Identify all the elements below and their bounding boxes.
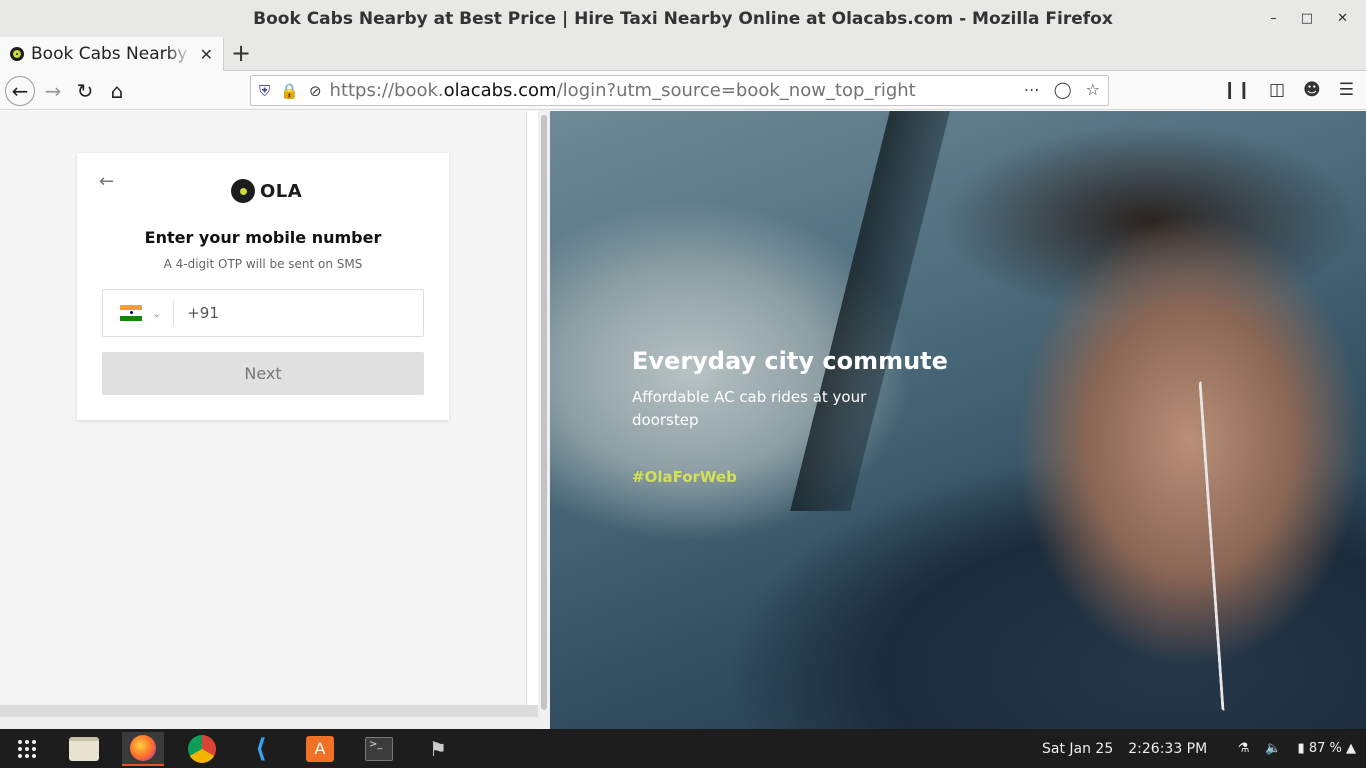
window-controls: – □ ✕ [1270, 0, 1348, 37]
battery-status[interactable]: ▮ 87 % ▲ [1298, 741, 1356, 756]
menu-icon[interactable]: ☰ [1339, 80, 1354, 100]
maximize-icon[interactable]: □ [1301, 11, 1313, 26]
vertical-scrollbar[interactable] [538, 111, 550, 729]
gimp-icon[interactable]: ⚑ [417, 732, 459, 766]
time-text: 2:26:33 PM [1128, 740, 1208, 757]
network-icon[interactable]: ⚗ [1238, 741, 1250, 756]
forward-button[interactable]: → [38, 76, 68, 106]
battery-icon: ▮ [1297, 741, 1305, 756]
bookmark-star-icon[interactable]: ☆ [1086, 80, 1100, 99]
window-title: Book Cabs Nearby at Best Price | Hire Ta… [253, 8, 1113, 29]
terminal-icon[interactable]: >_ [358, 732, 400, 766]
hero-tagline: Affordable AC cab rides at your doorstep [632, 388, 867, 429]
pane-footer [0, 717, 538, 729]
back-button[interactable]: ← [5, 76, 35, 106]
permissions-icon[interactable]: ⊘ [309, 82, 322, 100]
tray-menu-icon: ▲ [1346, 741, 1356, 756]
taskbar: ⟨ A >_ ⚑ Sat Jan 25 2:26:33 PM ⚗ 🔈 ▮ 87 … [0, 729, 1366, 768]
sidebar-icon[interactable]: ◫ [1269, 80, 1285, 100]
inner-scrollbar[interactable] [526, 111, 538, 705]
page-actions-icon[interactable]: ⋯ [1024, 80, 1040, 99]
navigation-toolbar: ← → ↻ ⌂ ⛨ 🔒 ⊘ https://book.olacabs.com/l… [0, 71, 1366, 110]
login-subheading: A 4-digit OTP will be sent on SMS [163, 257, 363, 271]
library-icon[interactable]: ❙❙ [1222, 80, 1251, 100]
system-tray[interactable]: ⚗ 🔈 ▮ 87 % ▲ [1238, 729, 1356, 768]
tab-label: Book Cabs Nearby at Best Price [31, 44, 191, 64]
hero-hashtag: #OlaForWeb [632, 468, 737, 486]
india-flag-icon[interactable] [120, 305, 142, 321]
show-applications-icon[interactable] [6, 732, 48, 766]
software-center-icon[interactable]: A [299, 732, 341, 766]
login-pane: ← OLA Enter your mobile number A 4-digit… [0, 111, 538, 729]
home-button[interactable]: ⌂ [102, 76, 132, 106]
chrome-icon[interactable] [181, 732, 223, 766]
close-tab-icon[interactable]: ✕ [200, 45, 213, 64]
url-bar[interactable]: ⛨ 🔒 ⊘ https://book.olacabs.com/login?utm… [250, 75, 1109, 106]
reload-button[interactable]: ↻ [70, 76, 100, 106]
close-window-icon[interactable]: ✕ [1337, 11, 1348, 26]
tracking-shield-icon[interactable]: ⛨ [259, 82, 270, 100]
ola-logo: OLA [231, 179, 302, 203]
files-icon[interactable] [63, 732, 105, 766]
date-text: Sat Jan 25 [1042, 740, 1114, 757]
login-heading: Enter your mobile number [144, 228, 382, 247]
new-tab-button[interactable]: + [231, 41, 251, 65]
login-card: ← OLA Enter your mobile number A 4-digit… [77, 153, 449, 420]
account-icon[interactable]: ☻ [1303, 80, 1321, 100]
tab-strip: Book Cabs Nearby at Best Price ✕ + [0, 37, 1366, 71]
horizontal-scrollbar[interactable] [0, 705, 538, 717]
scrollbar-thumb[interactable] [541, 115, 547, 710]
url-text[interactable]: https://book.olacabs.com/login?utm_sourc… [330, 80, 916, 101]
clock[interactable]: Sat Jan 25 2:26:33 PM [1042, 729, 1207, 768]
country-code: +91 [187, 304, 219, 322]
minimize-icon[interactable]: – [1270, 11, 1277, 26]
car-pillar [790, 111, 950, 511]
ola-logo-icon [231, 179, 255, 203]
earphone-cable [1198, 381, 1228, 711]
input-divider [173, 300, 175, 326]
vscode-icon[interactable]: ⟨ [240, 732, 282, 766]
ola-favicon-icon [10, 47, 24, 61]
lock-icon[interactable]: 🔒 [280, 82, 299, 100]
hero-headline: Everyday city commute [632, 347, 948, 375]
mobile-number-input[interactable]: ⌄ +91 [102, 289, 424, 337]
back-arrow-icon[interactable]: ← [99, 171, 114, 192]
page-content: ← OLA Enter your mobile number A 4-digit… [0, 111, 1366, 729]
chevron-down-icon[interactable]: ⌄ [152, 307, 161, 320]
pocket-icon[interactable]: ◯ [1054, 80, 1072, 99]
ola-logo-text: OLA [260, 180, 303, 202]
battery-percent: 87 % [1308, 741, 1342, 756]
window-titlebar: Book Cabs Nearby at Best Price | Hire Ta… [0, 0, 1366, 37]
firefox-icon[interactable] [122, 732, 164, 766]
tab-olacabs[interactable]: Book Cabs Nearby at Best Price ✕ [0, 37, 224, 71]
volume-icon[interactable]: 🔈 [1265, 741, 1281, 756]
next-button[interactable]: Next [102, 352, 424, 395]
hero-image: Everyday city commute Affordable AC cab … [550, 111, 1366, 729]
